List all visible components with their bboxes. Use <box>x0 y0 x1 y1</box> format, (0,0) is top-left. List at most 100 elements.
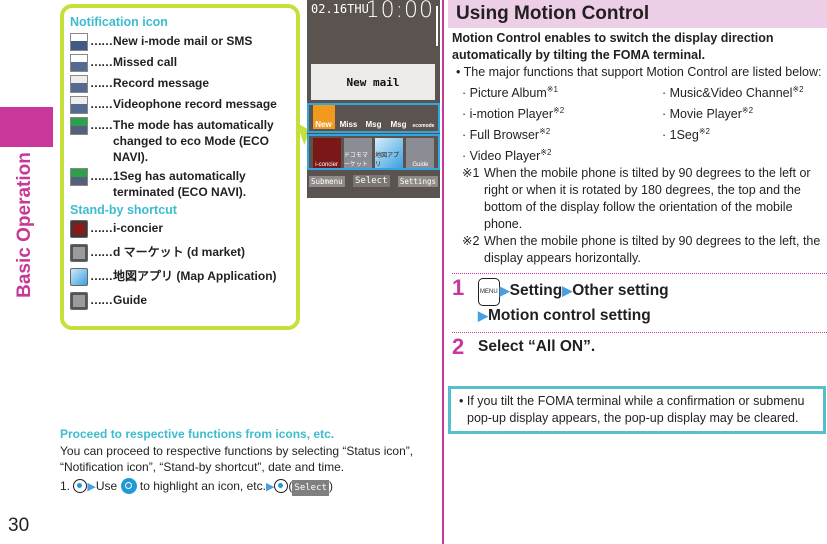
1seg-off-icon <box>70 168 88 186</box>
legend-row: …… Record message <box>70 75 290 93</box>
videophone-record-message-icon <box>70 96 88 114</box>
softkey-submenu[interactable]: Submenu <box>309 175 345 187</box>
function-name: · Video Player <box>462 149 541 163</box>
shortcut-guide[interactable]: Guide <box>406 138 435 168</box>
column-divider <box>442 0 444 544</box>
scrollbar <box>436 6 438 46</box>
footnote: ※2 When the mobile phone is tilted by 90… <box>448 233 827 267</box>
legend-row: …… The mode has automatically changed to… <box>70 117 290 165</box>
step-text: Select “All ON”. <box>478 338 596 355</box>
softkey-settings[interactable]: Settings <box>397 175 438 187</box>
standby-time[interactable]: 10:00 <box>366 0 434 23</box>
footnote-mark: ※2 <box>539 127 551 136</box>
dotted-divider <box>452 332 827 333</box>
caution-text: • If you tilt the FOMA terminal while a … <box>459 394 805 425</box>
icon-legend-box: Notification icon …… New i-mode mail or … <box>60 4 300 330</box>
motion-control-section: Using Motion Control Motion Control enab… <box>448 0 827 358</box>
function-name: · Movie Player <box>662 107 742 121</box>
bullet-text: • The major functions that support Motio… <box>456 65 822 79</box>
function-item: · i-motion Player※2 <box>462 102 662 123</box>
navigation-key-icon <box>120 477 137 494</box>
select-softkey-icon: Select <box>292 479 329 496</box>
step-number: 1 <box>452 275 465 300</box>
notif-record-message-icon[interactable]: Msg <box>363 105 385 129</box>
footnote-mark: ※2 <box>553 106 565 115</box>
caution-box: • If you tilt the FOMA terminal while a … <box>448 386 826 434</box>
d-market-icon <box>70 244 88 262</box>
step-text: Use <box>95 478 118 493</box>
map-app-icon <box>70 268 88 286</box>
dotted-divider <box>452 273 827 274</box>
function-item: · Video Player※2 <box>462 144 662 165</box>
menu-path-item: Motion control setting <box>488 307 651 324</box>
proceed-step: 1. ▶Use to highlight an icon, etc.▶(Sele… <box>60 477 435 496</box>
notif-missed-call-icon[interactable]: Miss <box>338 105 360 129</box>
section-tab-text: Basic Operation <box>14 152 35 298</box>
softkey-select[interactable]: Select <box>352 175 390 187</box>
menu-key-icon: MENU <box>478 278 500 306</box>
page-number: 30 <box>8 515 30 536</box>
standby-shortcut-bar: i-concier ドコモマーケット 地図アプリ Guide <box>307 134 440 170</box>
guide-icon <box>70 292 88 310</box>
shortcut-label: d マーケット (d market) <box>113 245 246 259</box>
function-item: · Movie Player※2 <box>662 102 827 123</box>
menu-path-item: Setting <box>509 282 563 299</box>
notif-eco-mode-icon[interactable]: ecomode <box>413 105 435 129</box>
legend-row: …… 1Seg has automatically terminated (EC… <box>70 168 290 200</box>
step-text: to highlight an icon, etc. <box>139 478 266 493</box>
paren: ) <box>328 478 333 493</box>
center-key-icon <box>73 478 88 493</box>
proceed-heading: Proceed to respective functions from ico… <box>60 427 335 441</box>
function-name: · Music&Video Channel <box>662 86 793 100</box>
arrow-right-icon: ▶ <box>499 283 510 298</box>
footnote-mark: ※2 <box>462 234 480 248</box>
eco-mode-icon <box>70 117 88 135</box>
notification-icon-heading: Notification icon <box>70 15 168 29</box>
arrow-right-icon: ▶ <box>562 283 573 298</box>
section-title: Using Motion Control <box>448 0 827 28</box>
footnote-mark: ※1 <box>546 85 558 94</box>
function-name: · Picture Album <box>462 86 547 100</box>
legend-label: New i-mode mail or SMS <box>113 34 253 48</box>
proceed-section: Proceed to respective functions from ico… <box>60 426 435 496</box>
function-name: · i-motion Player <box>462 107 553 121</box>
shortcut-d-market[interactable]: ドコモマーケット <box>343 138 372 168</box>
bullet-item: • The major functions that support Motio… <box>448 64 827 81</box>
new-mail-icon <box>70 33 88 51</box>
proceed-body: You can proceed to respective functions … <box>60 443 414 475</box>
footnote-mark: ※2 <box>698 127 710 136</box>
function-name: · 1Seg <box>662 128 699 142</box>
legend-row: …… New i-mode mail or SMS <box>70 33 290 51</box>
leader-dots: …… <box>90 169 113 183</box>
shortcut-map-app[interactable]: 地図アプリ <box>375 138 404 168</box>
notification-icon-bar: New Miss Msg Msg ecomode <box>307 103 440 133</box>
softkey-bar: Submenu Select Settings <box>307 172 440 190</box>
notif-new-mail-icon[interactable]: New <box>312 105 335 129</box>
function-item: · Music&Video Channel※2 <box>662 81 827 102</box>
i-concier-icon <box>70 220 88 238</box>
footnote-mark: ※2 <box>540 148 552 157</box>
footnote-mark: ※2 <box>792 85 804 94</box>
shortcut-row: …… d マーケット (d market) <box>70 244 290 262</box>
footnote-mark: ※1 <box>462 166 480 180</box>
legend-label: Missed call <box>113 55 178 69</box>
leader-dots: …… <box>90 118 113 132</box>
record-message-icon <box>70 75 88 93</box>
missed-call-icon <box>70 54 88 72</box>
legend-label: Record message <box>113 76 210 90</box>
function-item: · 1Seg※2 <box>662 123 827 144</box>
center-key-icon <box>274 478 289 493</box>
leader-dots: …… <box>90 221 113 235</box>
notif-video-message-icon[interactable]: Msg <box>388 105 410 129</box>
shortcut-label: 地図アプリ (Map Application) <box>113 269 277 283</box>
leader-dots: …… <box>90 55 113 69</box>
leader-dots: …… <box>90 269 113 283</box>
shortcut-label: i-concier <box>113 221 164 235</box>
menu-path-item: Other setting <box>572 282 669 299</box>
arrow-right-icon: ▶ <box>265 480 275 493</box>
shortcut-i-concier[interactable]: i-concier <box>312 138 341 168</box>
legend-label: The mode has automatically changed to ec… <box>113 118 274 164</box>
standby-date[interactable]: 02.16THU <box>311 2 369 16</box>
intro-text: Motion Control enables to switch the dis… <box>452 31 774 62</box>
footnote: ※1 When the mobile phone is tilted by 90… <box>448 165 827 233</box>
